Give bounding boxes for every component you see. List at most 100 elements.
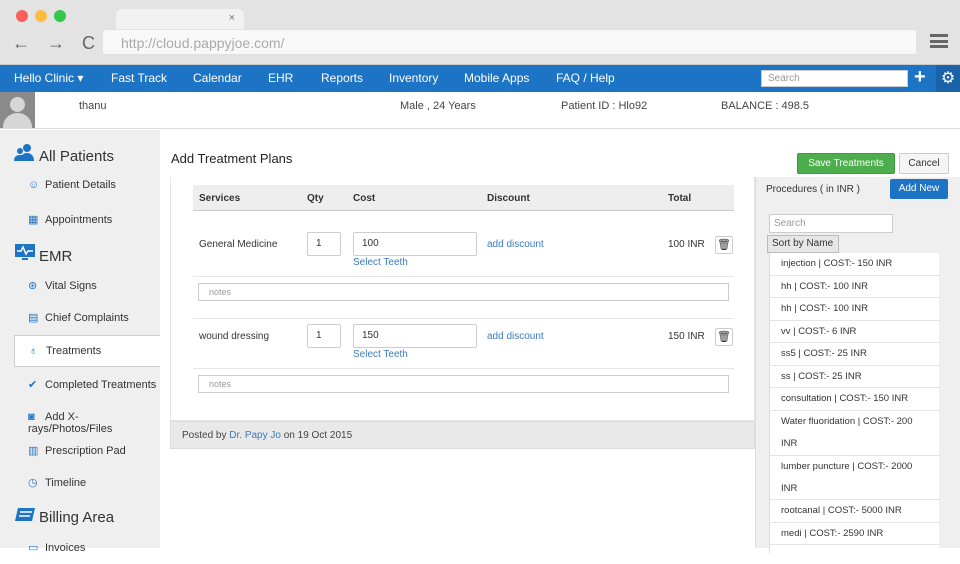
procedure-list: injection | COST:- 150 INR hh | COST:- 1… (769, 253, 940, 553)
sidebar-item-patient-details[interactable]: ☺ Patient Details (14, 170, 160, 202)
table-header: Services Qty Cost Discount Total (193, 185, 734, 211)
sidebar: All Patients ☺ Patient Details ▦ Appointme… (0, 130, 160, 554)
sidebar-item-chief-complaints[interactable]: ▤ Chief Complaints (14, 302, 160, 334)
header-cost: Cost (353, 193, 376, 204)
sidebar-item-prescription-pad[interactable]: ▥ Prescription Pad (14, 435, 160, 467)
browser-tab[interactable]: × (116, 9, 244, 31)
add-icon[interactable]: + (914, 66, 926, 89)
browser-nav-icons[interactable]: ← → C (12, 33, 101, 54)
top-search-input[interactable]: Search (761, 70, 908, 87)
header-total: Total (668, 193, 692, 204)
procedure-item[interactable]: ss | COST:- 25 INR (770, 366, 940, 388)
tab-close-icon[interactable]: × (229, 12, 235, 24)
posted-by-link[interactable]: Dr. Papy Jo (229, 430, 281, 441)
procedure-item[interactable]: ss5 | COST:- 25 INR (770, 343, 940, 366)
add-new-button[interactable]: Add New (890, 179, 948, 199)
row2-cost-input[interactable]: 150 (353, 324, 477, 348)
patient-gender-age: Male , 24 Years (400, 100, 476, 112)
nav-inventory[interactable]: Inventory (389, 71, 438, 85)
row2-trash-icon[interactable]: 🗑 (715, 328, 733, 346)
row1-cost-input[interactable]: 100 (353, 232, 477, 256)
prescription-icon: ▥ (28, 445, 39, 457)
procedure-item[interactable]: lumber puncture | COST:- 2000 INR (770, 456, 940, 500)
nav-mobile-apps[interactable]: Mobile Apps (464, 71, 529, 85)
patient-name: thanu (79, 100, 107, 112)
section-billing-area[interactable]: Billing Area (14, 506, 114, 526)
page-title: Add Treatment Plans (171, 151, 293, 166)
procedure-item[interactable]: vv | COST:- 6 INR (770, 321, 940, 343)
vital-signs-icon: ⊛ (28, 280, 38, 292)
row2-select-teeth-link[interactable]: Select Teeth (353, 349, 408, 360)
patient-bar: thanu Male , 24 Years Patient ID : Hlo92… (0, 92, 960, 129)
avatar (0, 92, 35, 128)
nav-faq-help[interactable]: FAQ / Help (556, 71, 615, 85)
procedure-item[interactable]: consultation | COST:- 150 INR (770, 388, 940, 411)
cancel-button[interactable]: Cancel (899, 153, 949, 174)
header-services: Services (199, 193, 241, 204)
close-window-dot[interactable] (16, 10, 28, 22)
nav-ehr[interactable]: EHR (268, 71, 293, 85)
row1-add-discount-link[interactable]: add discount (487, 239, 544, 250)
main-content: Add Treatment Plans Save Treatments Canc… (160, 130, 960, 553)
procedure-search-input[interactable]: Search (769, 214, 893, 233)
patient-balance: BALANCE : 498.5 (721, 100, 810, 112)
nav-calendar[interactable]: Calendar (193, 71, 242, 85)
browser-chrome: × ← → C http://cloud.pappyjoe.com/ (0, 0, 960, 65)
patients-icon (14, 143, 36, 165)
row1-notes-input[interactable]: notes (198, 283, 729, 301)
nav-fast-track[interactable]: Fast Track (111, 71, 167, 85)
procedure-item[interactable]: rootcanal | COST:- 5000 INR (770, 500, 940, 523)
save-treatments-button[interactable]: Save Treatments (797, 153, 895, 174)
sidebar-item-vital-signs[interactable]: ⊛ Vital Signs (14, 270, 160, 302)
section-all-patients[interactable]: All Patients (14, 143, 114, 165)
clipboard-icon: ▤ (28, 312, 39, 324)
row1-total: 100 INR (668, 239, 705, 250)
clinic-menu[interactable]: Hello Clinic ▾ (14, 71, 83, 85)
row-divider (193, 368, 734, 369)
row2-add-discount-link[interactable]: add discount (487, 331, 544, 342)
sort-by-name-button[interactable]: Sort by Name (767, 235, 839, 253)
row2-notes-input[interactable]: notes (198, 375, 729, 393)
procedure-item[interactable]: Water fluoridation | COST:- 200 INR (770, 411, 940, 456)
row2-qty-input[interactable]: 1 (307, 324, 341, 348)
row1-trash-icon[interactable]: 🗑 (715, 236, 733, 254)
address-bar[interactable]: http://cloud.pappyjoe.com/ (102, 29, 917, 55)
row-divider (193, 318, 734, 319)
sidebar-item-invoices[interactable]: ▭ Invoices (14, 532, 160, 564)
browser-menu-icon[interactable] (930, 34, 948, 48)
section-emr[interactable]: EMR (14, 243, 72, 265)
minimize-window-dot[interactable] (35, 10, 47, 22)
stethoscope-icon: ♁ (29, 345, 38, 357)
sidebar-item-treatments[interactable]: ♁ Treatments (14, 335, 160, 367)
patient-id: Patient ID : Hlo92 (561, 100, 648, 112)
sidebar-item-add-xrays[interactable]: ◙ Add X-rays/Photos/Files (14, 402, 160, 435)
monitor-icon (14, 243, 36, 265)
posted-prefix: Posted by (182, 430, 227, 441)
row2-service: wound dressing (199, 331, 270, 342)
procedures-title: Procedures ( in INR ) (766, 184, 860, 195)
user-icon: ☺ (28, 179, 40, 191)
billing-icon (14, 506, 36, 526)
nav-reports[interactable]: Reports (321, 71, 363, 85)
posted-by-footer: Posted by Dr. Papy Jo on 19 Oct 2015 (170, 421, 755, 449)
maximize-window-dot[interactable] (54, 10, 66, 22)
sidebar-item-completed-treatments[interactable]: ✔ Completed Treatments (14, 369, 160, 401)
procedures-panel: Procedures ( in INR ) Add New Search Sor… (755, 177, 960, 553)
procedure-item[interactable]: hh | COST:- 100 INR (770, 276, 940, 298)
row1-qty-input[interactable]: 1 (307, 232, 341, 256)
header-qty: Qty (307, 193, 324, 204)
treatment-plan-table: Services Qty Cost Discount Total General… (170, 177, 755, 421)
sidebar-item-timeline[interactable]: ◷ Timeline (14, 467, 160, 499)
procedure-item[interactable]: medi | COST:- 2590 INR (770, 523, 940, 545)
row1-select-teeth-link[interactable]: Select Teeth (353, 257, 408, 268)
sidebar-item-appointments[interactable]: ▦ Appointments (14, 204, 160, 236)
row-divider (193, 276, 734, 277)
procedure-item[interactable]: hh | COST:- 100 INR (770, 298, 940, 321)
header-discount: Discount (487, 193, 530, 204)
camera-icon: ◙ (28, 411, 35, 423)
row1-service: General Medicine (199, 239, 278, 250)
calendar-icon: ▦ (28, 214, 39, 226)
procedure-item[interactable]: injection | COST:- 150 INR (770, 253, 940, 276)
row2-total: 150 INR (668, 331, 705, 342)
gear-icon[interactable]: ⚙ (936, 65, 960, 92)
